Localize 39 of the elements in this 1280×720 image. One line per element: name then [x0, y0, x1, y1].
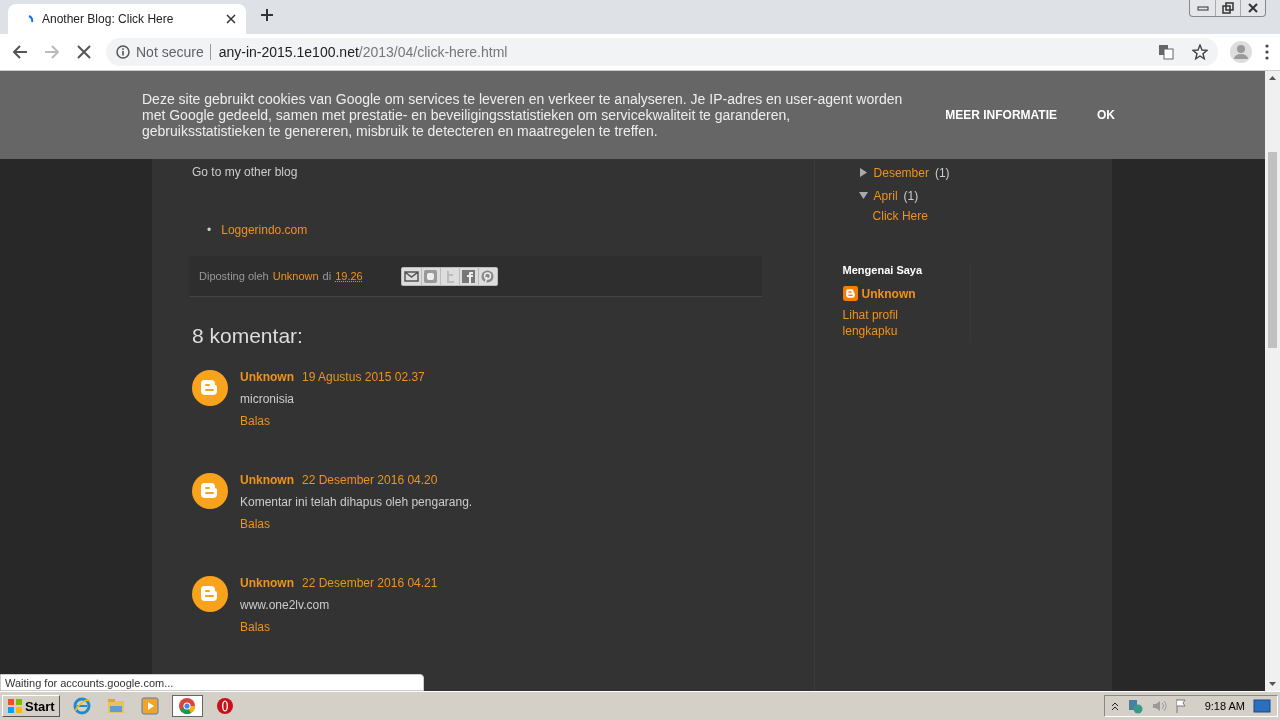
author-link[interactable]: Unknown	[272, 270, 319, 282]
browser-tab[interactable]: Another Blog: Click Here	[8, 4, 246, 34]
url-text: any-in-2015.1e100.net/2013/04/click-here.html	[209, 44, 508, 60]
banner-button[interactable]: MEER INFORMATIE	[945, 108, 1057, 122]
comment-author[interactable]: Unknown	[240, 576, 294, 590]
comment-text: micronisia	[240, 392, 295, 406]
reply-link[interactable]: Balas	[240, 414, 425, 428]
comment-text: www.one2lv.com	[240, 598, 331, 612]
reply-link[interactable]: Balas	[240, 517, 473, 531]
blog-link[interactable]: Loggerindo.com	[221, 223, 308, 237]
comments-heading: 8 komentar:	[192, 324, 304, 348]
post-text: Go to my other blog	[192, 165, 299, 179]
archive-count: (1)	[903, 188, 919, 203]
comment-author[interactable]: Unknown	[240, 473, 294, 487]
profile-name[interactable]: Unknown	[861, 286, 916, 301]
bullet: •	[207, 223, 212, 237]
time-link[interactable]: 19.26	[335, 270, 363, 282]
archive-link[interactable]: Desember	[873, 165, 929, 180]
comment-date[interactable]: 22 Desember 2016 04.20	[302, 473, 438, 487]
profile-link[interactable]: Lihat profil lengkapku	[842, 307, 933, 339]
comment-date[interactable]: 22 Desember 2016 04.21	[302, 576, 438, 590]
comment-author[interactable]: Unknown	[240, 370, 294, 384]
status-bar: Waiting for accounts.google.com...	[0, 674, 424, 691]
reply-link[interactable]: Balas	[240, 620, 438, 634]
start-button[interactable]: Start	[2, 695, 60, 717]
banner-button[interactable]: OK	[1097, 108, 1115, 122]
archive-link[interactable]: April	[873, 188, 898, 203]
at-label: di	[322, 270, 332, 282]
comment-date[interactable]: 19 Agustus 2015 02.37	[302, 370, 425, 384]
archive-count: (1)	[934, 165, 950, 180]
security-label: Not secure	[136, 44, 204, 60]
cookie-notice: Deze site gebruikt cookies van Google om services te leveren en verkeer te analyseren. Je IP-adres en user-agent worden met Google gedeeld, samen met prestatie- en beveiligingsstatistieken om servicekwaliteit te garanderen, gebruiksstatistieken te genereren, misbruik te detecteren en maatregelen te treffen.	[142, 91, 904, 139]
profile-title: Mengenai Saya	[842, 264, 924, 276]
archive-post-link[interactable]: Click Here	[872, 208, 928, 223]
tab-title: Another Blog: Click Here	[42, 12, 175, 26]
comment-text: Komentar ini telah dihapus oleh pengarang.	[240, 495, 473, 509]
posted-by-label: Diposting oleh	[199, 270, 269, 282]
clock: 9:18 AM	[1204, 700, 1245, 712]
address-bar[interactable]: Not secure any-in-2015.1e100.net/2013/04/click-here.html	[106, 38, 1218, 66]
